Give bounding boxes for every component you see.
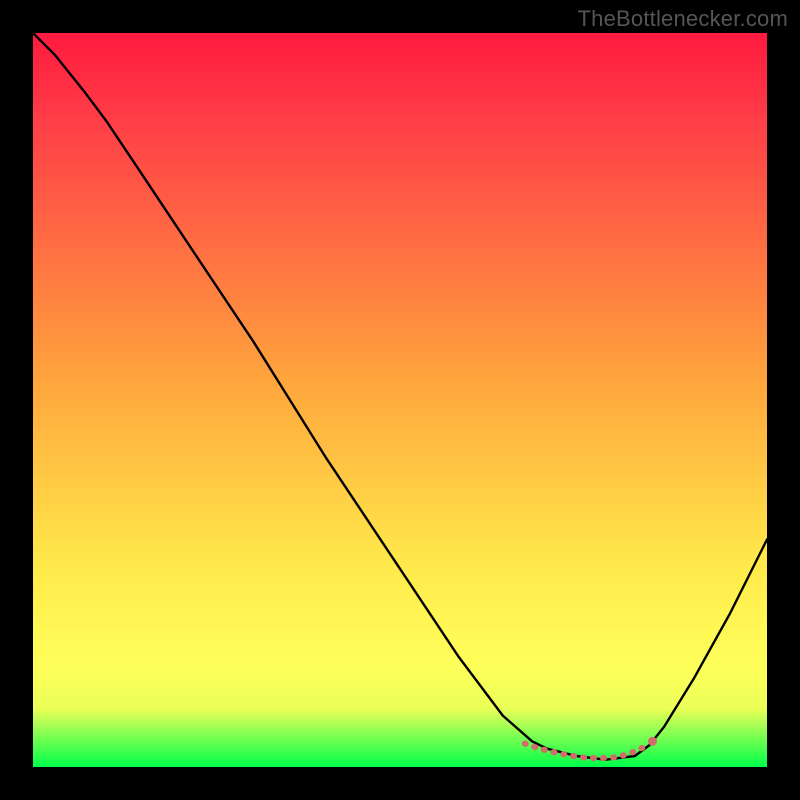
optimal-end-dot xyxy=(648,737,657,746)
watermark-label: TheBottlenecker.com xyxy=(578,6,788,32)
bottleneck-curve xyxy=(33,33,767,760)
chart-svg xyxy=(33,33,767,767)
chart-frame xyxy=(33,33,767,767)
